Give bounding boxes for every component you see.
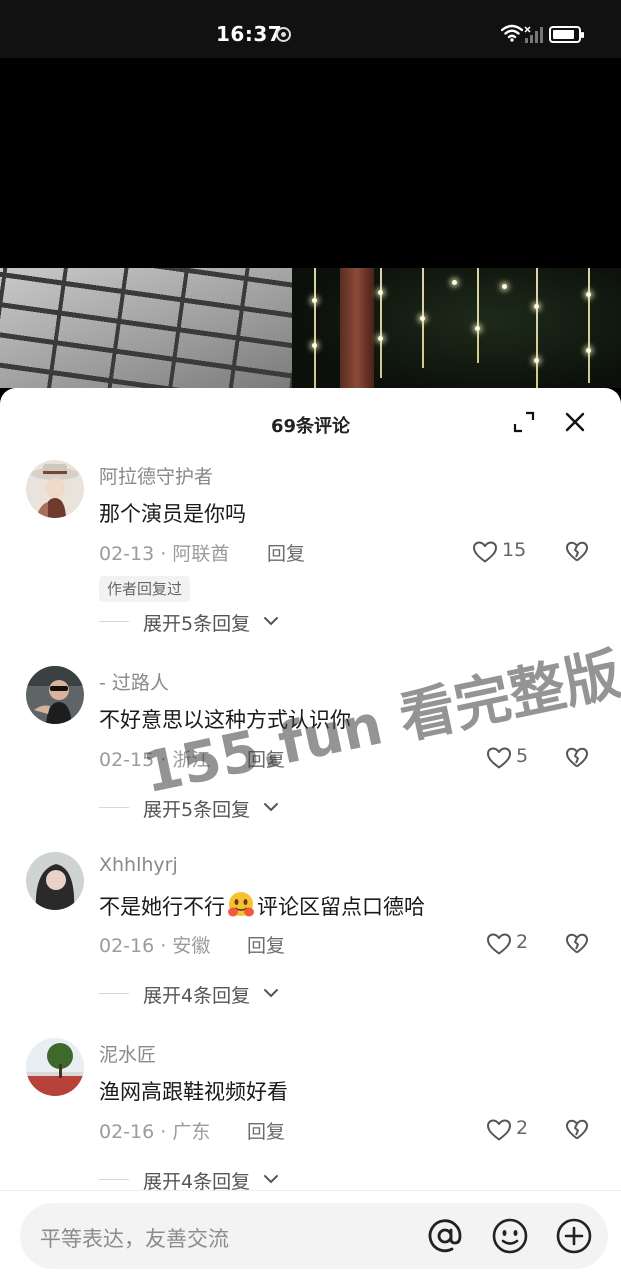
avatar[interactable] <box>26 666 84 724</box>
chevron-down-icon <box>264 803 278 812</box>
comment-item: Xhhlhyrj 不是她行不行 评论区留点口德哈 02-16 · 安徽 回复 2… <box>0 852 621 1042</box>
broken-heart-icon[interactable] <box>565 932 589 956</box>
avatar-image <box>26 460 84 518</box>
avatar-image <box>26 1038 84 1096</box>
comment-text: 不是她行不行 评论区留点口德哈 <box>99 890 425 921</box>
video-lights-scene <box>292 268 621 388</box>
like-count: 15 <box>502 539 527 561</box>
comment-text: 那个演员是你吗 <box>99 502 246 526</box>
author-replied-badge: 作者回复过 <box>99 576 191 602</box>
like-count: 2 <box>516 1117 529 1139</box>
broken-heart-icon[interactable] <box>565 746 589 770</box>
divider-line <box>99 1179 129 1180</box>
comment-item: - 过路人 不好意思以这种方式认识你 02-15 · 浙江 回复 5 展开5条回… <box>0 666 621 856</box>
comment-text: 不好意思以这种方式认识你 <box>99 708 351 732</box>
chevron-down-icon <box>264 1175 278 1184</box>
heart-icon <box>473 541 497 563</box>
close-icon[interactable] <box>563 410 587 434</box>
avatar[interactable] <box>26 852 84 910</box>
screen-record-icon <box>276 27 291 42</box>
emoji-icon[interactable] <box>491 1217 529 1255</box>
plus-icon[interactable] <box>555 1217 593 1255</box>
comment-date-location: 02-16 · 广东 <box>99 1121 211 1143</box>
comment-date-location: 02-13 · 阿联酋 <box>99 543 230 565</box>
at-mention-icon[interactable] <box>426 1217 464 1255</box>
comment-username[interactable]: - 过路人 <box>99 668 169 695</box>
like-count: 2 <box>516 931 529 953</box>
reply-button[interactable]: 回复 <box>247 1117 285 1144</box>
avatar[interactable] <box>26 460 84 518</box>
comment-sheet: 69条评论 阿拉德守护者 那个演员是你吗 02-13 · 阿联酋 回复 15 作… <box>0 388 621 1280</box>
comment-input[interactable]: 平等表达，友善交流 <box>20 1203 608 1269</box>
heart-icon <box>487 933 511 955</box>
comment-text-part: 评论区留点口德哈 <box>257 895 425 919</box>
expand-icon[interactable] <box>512 410 536 434</box>
signal-icon <box>524 26 543 43</box>
video-wooden-post <box>340 268 374 388</box>
video-wall-scene <box>0 268 292 388</box>
avatar[interactable] <box>26 1038 84 1096</box>
avatar-image <box>26 852 84 910</box>
avatar-image <box>26 666 84 724</box>
video-player[interactable] <box>0 58 621 388</box>
broken-heart-icon[interactable] <box>565 1118 589 1142</box>
reply-button[interactable]: 回复 <box>247 931 285 958</box>
comment-item: 阿拉德守护者 那个演员是你吗 02-13 · 阿联酋 回复 15 作者回复过 展… <box>0 460 621 650</box>
comment-date-location: 02-15 · 浙江 <box>99 749 211 771</box>
like-count: 5 <box>516 745 529 767</box>
comment-input-bar: 平等表达，友善交流 <box>0 1190 621 1280</box>
video-frame <box>0 268 621 388</box>
battery-icon <box>549 26 584 43</box>
heart-icon <box>487 747 511 769</box>
reply-button[interactable]: 回复 <box>247 745 285 772</box>
broken-heart-icon[interactable] <box>565 540 589 564</box>
comment-username[interactable]: 阿拉德守护者 <box>99 462 213 489</box>
comment-input-placeholder: 平等表达，友善交流 <box>40 1227 229 1251</box>
comment-date-location: 02-16 · 安徽 <box>99 935 211 957</box>
divider-line <box>99 807 129 808</box>
status-bar: 16:37 <box>0 0 621 58</box>
divider-line <box>99 621 129 622</box>
expand-replies-label: 展开5条回复 <box>143 799 251 821</box>
comment-username[interactable]: Xhhlhyrj <box>99 854 178 876</box>
expand-replies-label: 展开4条回复 <box>143 985 251 1007</box>
hugging-face-emoji-icon <box>228 892 254 917</box>
chevron-down-icon <box>264 617 278 626</box>
comment-text-part: 不是她行不行 <box>99 895 225 919</box>
heart-icon <box>487 1119 511 1141</box>
wifi-icon <box>501 24 523 42</box>
comment-text: 渔网高跟鞋视频好看 <box>99 1080 288 1104</box>
expand-replies-label: 展开5条回复 <box>143 613 251 635</box>
divider-line <box>99 993 129 994</box>
chevron-down-icon <box>264 989 278 998</box>
comment-username[interactable]: 泥水匠 <box>99 1040 156 1067</box>
status-time: 16:37 <box>216 22 283 46</box>
reply-button[interactable]: 回复 <box>267 539 305 566</box>
